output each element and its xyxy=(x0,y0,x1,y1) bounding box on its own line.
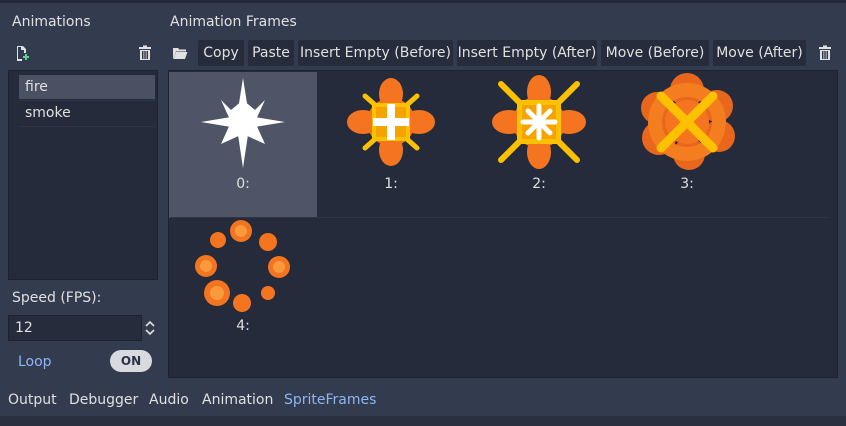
animation-frames-title: Animation Frames xyxy=(170,14,297,30)
frame-label: 4: xyxy=(236,318,250,334)
speed-input[interactable]: 12 xyxy=(8,315,142,341)
copy-button[interactable]: Copy xyxy=(198,40,244,66)
frame-2[interactable]: 2: xyxy=(465,72,613,218)
insert-empty-before-button[interactable]: Insert Empty (Before) xyxy=(298,40,453,66)
animation-item-fire[interactable]: fire xyxy=(19,75,155,99)
frame-label: 0: xyxy=(236,176,250,192)
tab-spriteframes[interactable]: SpriteFrames xyxy=(284,392,376,408)
spinner-arrows-icon[interactable] xyxy=(143,318,157,338)
paste-button[interactable]: Paste xyxy=(248,40,294,66)
frame-label: 1: xyxy=(384,176,398,192)
bottom-strip xyxy=(0,416,846,426)
animation-list: fire smoke xyxy=(8,70,158,280)
animation-item-smoke[interactable]: smoke xyxy=(19,101,155,125)
bottom-panel-tabs: Output Debugger Audio Animation SpriteFr… xyxy=(0,386,846,416)
fire-particles-sprite xyxy=(195,220,290,312)
tab-debugger[interactable]: Debugger xyxy=(69,392,138,408)
move-after-button[interactable]: Move (After) xyxy=(713,40,806,66)
move-before-button[interactable]: Move (Before) xyxy=(601,40,709,66)
white-star-sprite xyxy=(201,78,285,168)
animations-title: Animations xyxy=(12,14,91,30)
fire-ring-sprite xyxy=(641,73,735,170)
frame-label: 3: xyxy=(680,176,694,192)
insert-empty-after-button[interactable]: Insert Empty (After) xyxy=(457,40,597,66)
top-border xyxy=(0,0,846,3)
delete-frame-icon[interactable] xyxy=(815,44,835,62)
tab-audio[interactable]: Audio xyxy=(149,392,189,408)
loop-label: Loop xyxy=(18,354,52,370)
frame-4[interactable]: 4: xyxy=(169,218,317,364)
tab-animation[interactable]: Animation xyxy=(202,392,273,408)
fire-burst-sprite xyxy=(347,78,435,166)
frame-3[interactable]: 3: xyxy=(613,72,761,218)
fire-burst-sprite xyxy=(492,75,586,169)
speed-label: Speed (FPS): xyxy=(12,290,102,306)
delete-animation-icon[interactable] xyxy=(135,44,155,62)
frame-0[interactable]: 0: xyxy=(169,72,317,218)
frame-1[interactable]: 1: xyxy=(317,72,465,218)
new-animation-icon[interactable] xyxy=(12,44,32,62)
frame-label: 2: xyxy=(532,176,546,192)
folder-open-icon[interactable] xyxy=(170,44,190,62)
list-separator xyxy=(19,126,155,127)
tab-output[interactable]: Output xyxy=(8,392,57,408)
loop-toggle[interactable]: ON xyxy=(110,350,152,372)
